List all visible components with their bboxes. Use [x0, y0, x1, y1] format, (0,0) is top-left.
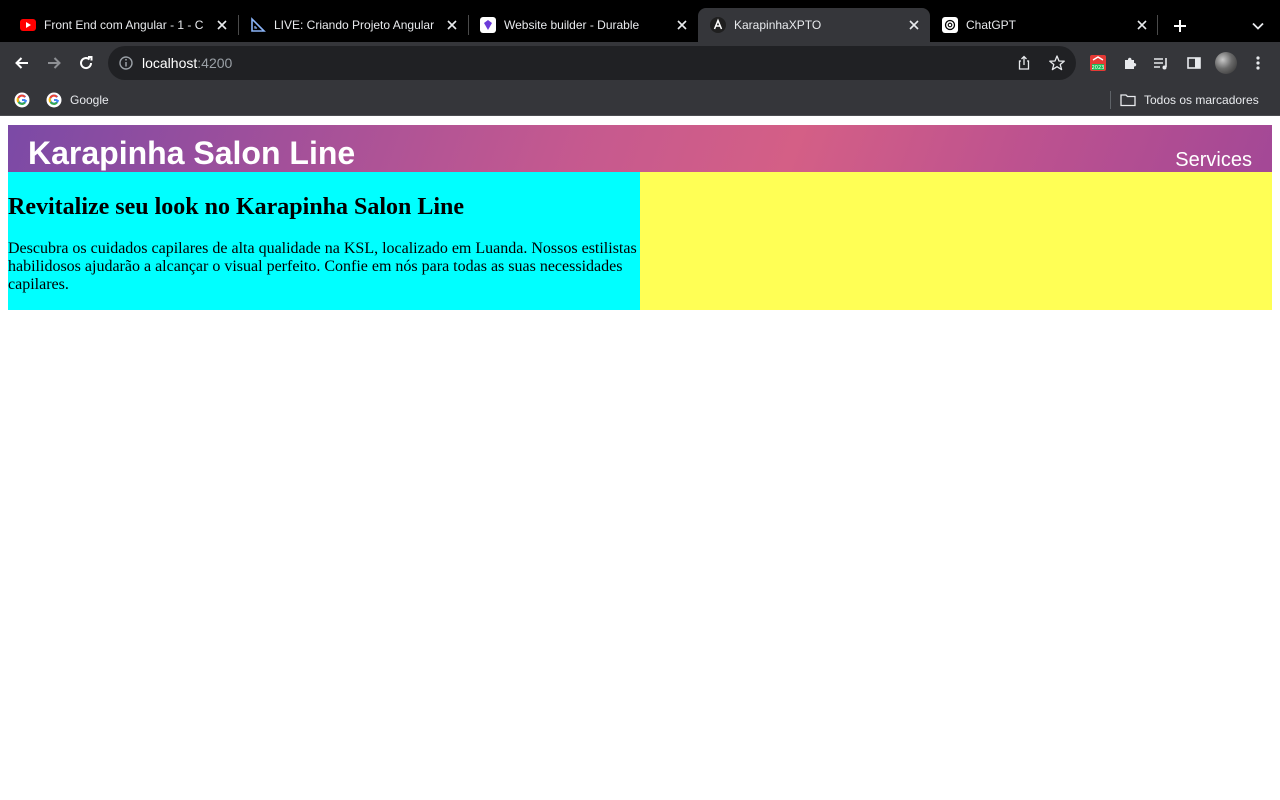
extension-badge-text: 2023 [1092, 65, 1105, 71]
site-title: Karapinha Salon Line [28, 135, 356, 171]
close-icon[interactable] [674, 17, 690, 33]
url-host: localhost [142, 55, 198, 71]
close-icon[interactable] [1134, 17, 1150, 33]
all-bookmarks-button[interactable]: Todos os marcadores [1120, 92, 1259, 108]
tab-front-end-angular[interactable]: Front End com Angular - 1 - C [8, 8, 238, 42]
new-tab-button[interactable] [1166, 12, 1194, 40]
youtube-icon [20, 17, 36, 33]
openai-icon [942, 17, 958, 33]
hero-image-panel [640, 172, 1272, 310]
tab-title: ChatGPT [966, 18, 1017, 32]
tab-title: KarapinhaXPTO [734, 18, 822, 32]
reload-icon [80, 56, 93, 70]
forward-button[interactable] [40, 49, 68, 77]
back-button[interactable] [8, 49, 36, 77]
hero-description: Descubra os cuidados capilares de alta q… [8, 240, 637, 293]
side-panel-icon[interactable] [1184, 53, 1204, 73]
media-queue-icon[interactable] [1151, 53, 1171, 73]
nav-services-link[interactable]: Services [1175, 148, 1252, 172]
bookmark-label: Google [70, 93, 109, 107]
tab-search-button[interactable] [1246, 12, 1270, 40]
google-icon [14, 92, 30, 108]
profile-avatar[interactable] [1215, 52, 1237, 74]
page-viewport: Karapinha Salon Line Services Revitalize… [0, 117, 1280, 800]
extensions-puzzle-icon[interactable] [1120, 53, 1140, 73]
tab-live-angular[interactable]: LIVE: Criando Projeto Angular [238, 8, 468, 42]
hero-text-panel: Revitalize seu look no Karapinha Salon L… [8, 172, 640, 310]
tab-karapinhaxpto[interactable]: KarapinhaXPTO [698, 8, 930, 42]
folder-icon [1120, 94, 1136, 107]
durable-icon [480, 17, 496, 33]
close-icon[interactable] [906, 17, 922, 33]
address-bar[interactable]: localhost:4200 [108, 46, 1076, 80]
menu-kebab-icon[interactable] [1248, 53, 1268, 73]
info-icon[interactable] [118, 55, 134, 71]
tab-website-builder[interactable]: Website builder - Durable [468, 8, 698, 42]
site-header: Karapinha Salon Line Services [8, 125, 1272, 172]
url-text: localhost:4200 [142, 55, 232, 71]
hero-title: Revitalize seu look no Karapinha Salon L… [8, 194, 465, 220]
browser-toolbar: localhost:4200 2023 [0, 42, 1280, 84]
bookmark-star-icon[interactable] [1048, 54, 1066, 72]
tab-separator [1157, 15, 1158, 35]
triangle-ruler-icon [250, 17, 266, 33]
chevron-down-icon [1252, 22, 1264, 30]
extension-2023-icon[interactable]: 2023 [1088, 53, 1108, 73]
close-icon[interactable] [214, 17, 230, 33]
tab-title: Front End com Angular - 1 - C [44, 18, 204, 32]
url-port: :4200 [197, 55, 233, 71]
close-icon[interactable] [444, 17, 460, 33]
back-arrow-icon [15, 57, 28, 69]
tab-chatgpt[interactable]: ChatGPT [930, 8, 1158, 42]
reload-button[interactable] [72, 49, 100, 77]
tab-strip: Front End com Angular - 1 - C LIVE: Cria… [0, 0, 1280, 42]
bookmark-google-apps[interactable] [14, 92, 38, 108]
angular-icon [710, 17, 726, 33]
google-icon [46, 92, 62, 108]
tab-title: Website builder - Durable [504, 18, 640, 32]
forward-arrow-icon [48, 57, 61, 69]
plus-icon [1174, 20, 1186, 32]
bookmarks-separator [1110, 91, 1111, 109]
bookmark-google[interactable]: Google [46, 92, 109, 108]
all-bookmarks-label: Todos os marcadores [1144, 93, 1259, 107]
bookmarks-bar: Google Todos os marcadores [0, 84, 1280, 116]
share-icon[interactable] [1016, 55, 1032, 71]
tab-title: LIVE: Criando Projeto Angular [274, 18, 435, 32]
